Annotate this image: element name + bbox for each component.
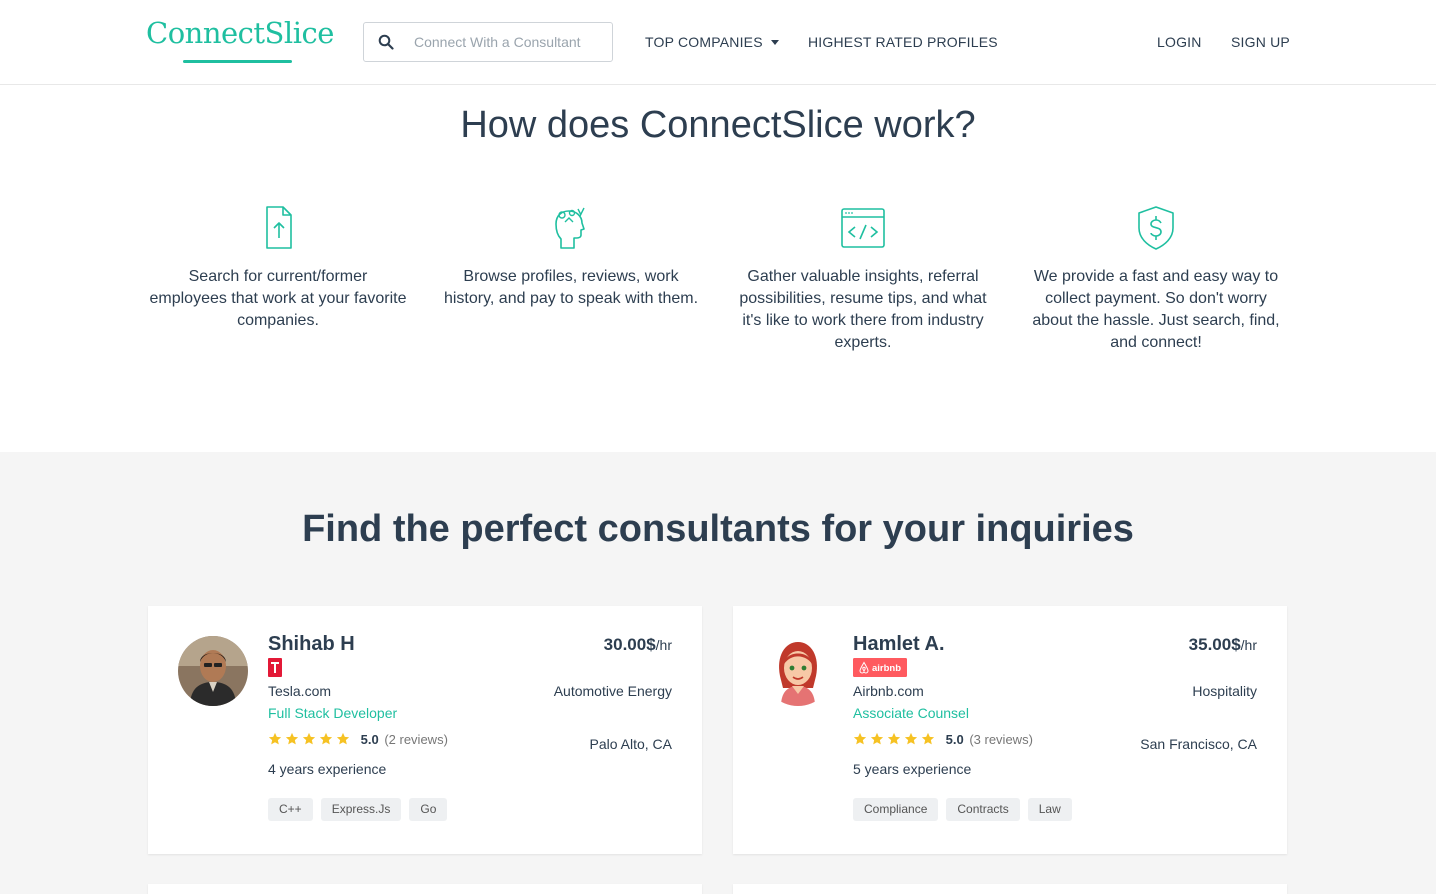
- airbnb-wordmark: airbnb: [872, 663, 901, 674]
- caret-down-icon: [770, 39, 779, 45]
- nav-top-companies[interactable]: TOP COMPANIES: [645, 34, 779, 50]
- avatar-photo: [178, 636, 248, 706]
- consultants-title: Find the perfect consultants for your in…: [302, 508, 1134, 550]
- job-title: Full Stack Developer: [268, 705, 398, 721]
- rating: 5.0 (3 reviews): [853, 732, 1033, 747]
- skill-tags: C++ Express.Js Go: [268, 798, 455, 821]
- hourly-rate: 35.00$/hr: [1189, 635, 1257, 655]
- rate-value: 35.00$: [1188, 635, 1241, 654]
- step-text: We provide a fast and easy way to collec…: [1032, 268, 1280, 351]
- industry: Hospitality: [1192, 683, 1257, 699]
- skill-tag[interactable]: Contracts: [946, 798, 1020, 821]
- skill-tag[interactable]: Law: [1027, 798, 1072, 821]
- consultant-name[interactable]: Hamlet A.: [853, 633, 945, 656]
- step-text: Gather valuable insights, referral possi…: [739, 268, 987, 351]
- hourly-rate: 30.00$/hr: [604, 635, 672, 655]
- star-icon: [285, 732, 299, 745]
- logo[interactable]: ConnectSlice: [146, 16, 334, 50]
- head-ideas-icon: [555, 207, 585, 249]
- upload-document-icon: [266, 206, 292, 249]
- star-icon: [268, 732, 282, 745]
- step-payment: We provide a fast and easy way to collec…: [1026, 204, 1286, 354]
- consultant-card[interactable]: Shihab H Tesla.com Full Stack Developer …: [148, 606, 702, 854]
- nav-highest-rated-profiles[interactable]: HIGHEST RATED PROFILES: [808, 34, 998, 50]
- experience: 5 years experience: [853, 761, 972, 777]
- review-count[interactable]: (2 reviews): [384, 732, 448, 747]
- star-icon: [302, 732, 316, 745]
- skill-tag[interactable]: C++: [268, 798, 313, 821]
- signup-link[interactable]: SIGN UP: [1231, 34, 1290, 50]
- nav-top-companies-label: TOP COMPANIES: [645, 34, 763, 50]
- star-icon: [921, 732, 935, 745]
- shield-dollar-icon: [1138, 206, 1174, 250]
- rating-score: 5.0: [945, 732, 964, 747]
- star-icon: [336, 732, 350, 745]
- step-text: Browse profiles, reviews, work history, …: [443, 268, 699, 307]
- code-window-icon: [841, 208, 885, 248]
- star-icon: [870, 732, 884, 745]
- search-icon[interactable]: [378, 34, 394, 50]
- skill-tag[interactable]: Express.Js: [320, 798, 402, 821]
- logo-underline: [183, 60, 292, 63]
- step-search: Search for current/former employees that…: [148, 204, 408, 332]
- search-box[interactable]: [363, 22, 613, 62]
- step-browse: Browse profiles, reviews, work history, …: [441, 204, 701, 310]
- tesla-logo-icon: [268, 658, 282, 677]
- step-gather: Gather valuable insights, referral possi…: [733, 204, 993, 354]
- review-count[interactable]: (3 reviews): [969, 732, 1033, 747]
- rate-value: 30.00$: [603, 635, 656, 654]
- login-link[interactable]: LOGIN: [1157, 34, 1202, 50]
- avatar-cartoon: [763, 636, 833, 706]
- consultants-section: Find the perfect consultants for your in…: [0, 452, 1436, 894]
- location: San Francisco, CA: [1140, 736, 1257, 752]
- step-text: Search for current/former employees that…: [149, 268, 407, 329]
- rate-unit: /hr: [1240, 637, 1257, 653]
- industry: Automotive Energy: [553, 683, 672, 699]
- avatar[interactable]: [178, 636, 248, 706]
- star-icon: [853, 732, 867, 745]
- how-it-works-title: How does ConnectSlice work?: [460, 104, 976, 146]
- consultant-card-partial[interactable]: [148, 884, 702, 894]
- skill-tag[interactable]: Compliance: [853, 798, 939, 821]
- star-icon: [887, 732, 901, 745]
- job-title: Associate Counsel: [853, 705, 969, 721]
- top-navbar: ConnectSlice TOP COMPANIES HIGHEST RATED…: [0, 0, 1436, 85]
- rating: 5.0 (2 reviews): [268, 732, 448, 747]
- search-input[interactable]: [414, 31, 604, 53]
- consultant-card-partial[interactable]: [733, 884, 1287, 894]
- company-name: Airbnb.com: [853, 683, 924, 699]
- airbnb-logo-icon: airbnb: [853, 658, 907, 677]
- consultant-name[interactable]: Shihab H: [268, 633, 355, 656]
- consultant-card[interactable]: Hamlet A. airbnb Airbnb.com Associate Co…: [733, 606, 1287, 854]
- star-icon: [319, 732, 333, 745]
- skill-tags: Compliance Contracts Law: [853, 798, 1080, 821]
- star-icon: [904, 732, 918, 745]
- company-name: Tesla.com: [268, 683, 332, 699]
- avatar[interactable]: [763, 636, 833, 706]
- rating-score: 5.0: [360, 732, 379, 747]
- experience: 4 years experience: [268, 761, 387, 777]
- skill-tag[interactable]: Go: [409, 798, 448, 821]
- location: Palo Alto, CA: [589, 736, 673, 752]
- rate-unit: /hr: [655, 637, 672, 653]
